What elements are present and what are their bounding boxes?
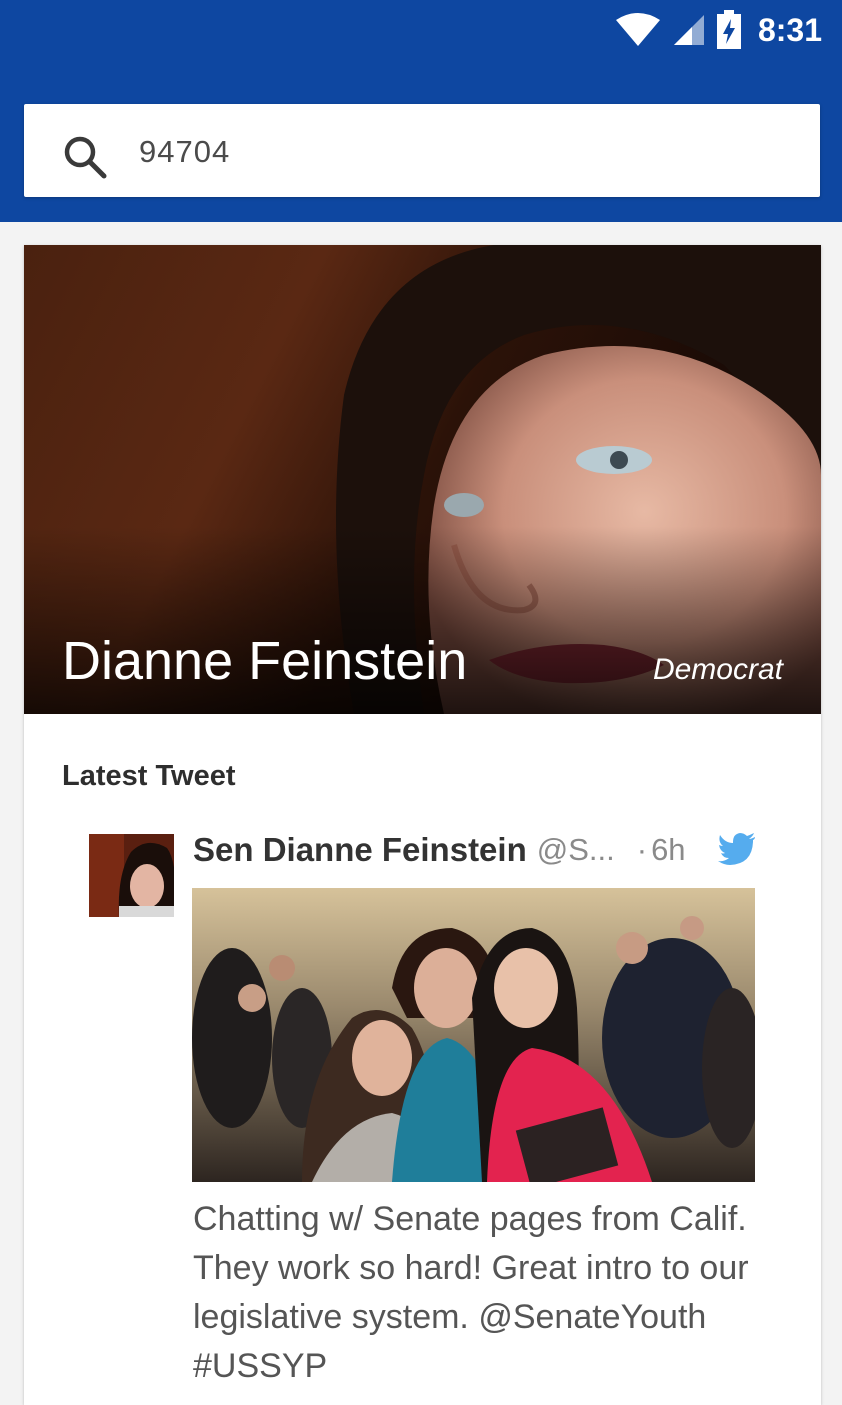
representative-card[interactable]: Dianne Feinstein Democrat Latest Tweet S… — [24, 245, 821, 1405]
tweet-author-name[interactable]: Sen Dianne Feinstein — [193, 831, 527, 869]
tweet-separator: · — [636, 832, 648, 867]
tweet-author-handle[interactable]: @S... — [537, 832, 615, 868]
twitter-bird-icon[interactable] — [718, 833, 756, 865]
wifi-icon — [615, 13, 660, 46]
tweet-photo[interactable] — [192, 888, 755, 1182]
tweet-header: Sen Dianne Feinstein @S... · 6h — [193, 829, 758, 871]
representative-photo: Dianne Feinstein Democrat — [24, 245, 821, 714]
status-bar: 8:31 — [0, 0, 842, 62]
status-time: 8:31 — [757, 11, 822, 48]
app-bar: 8:31 — [0, 0, 842, 222]
search-input[interactable] — [139, 132, 759, 172]
search-box[interactable] — [24, 104, 820, 197]
tweet-text: Chatting w/ Senate pages from Calif. The… — [193, 1200, 749, 1385]
tweet-avatar[interactable] — [89, 834, 174, 917]
battery-charging-icon — [716, 10, 741, 49]
section-title: Latest Tweet — [62, 760, 236, 792]
representative-name: Dianne Feinstein — [62, 631, 468, 691]
party-label: Democrat — [652, 653, 783, 686]
cell-signal-icon — [673, 15, 704, 45]
tweet-timestamp: 6h — [651, 832, 686, 867]
search-icon[interactable] — [62, 134, 108, 180]
